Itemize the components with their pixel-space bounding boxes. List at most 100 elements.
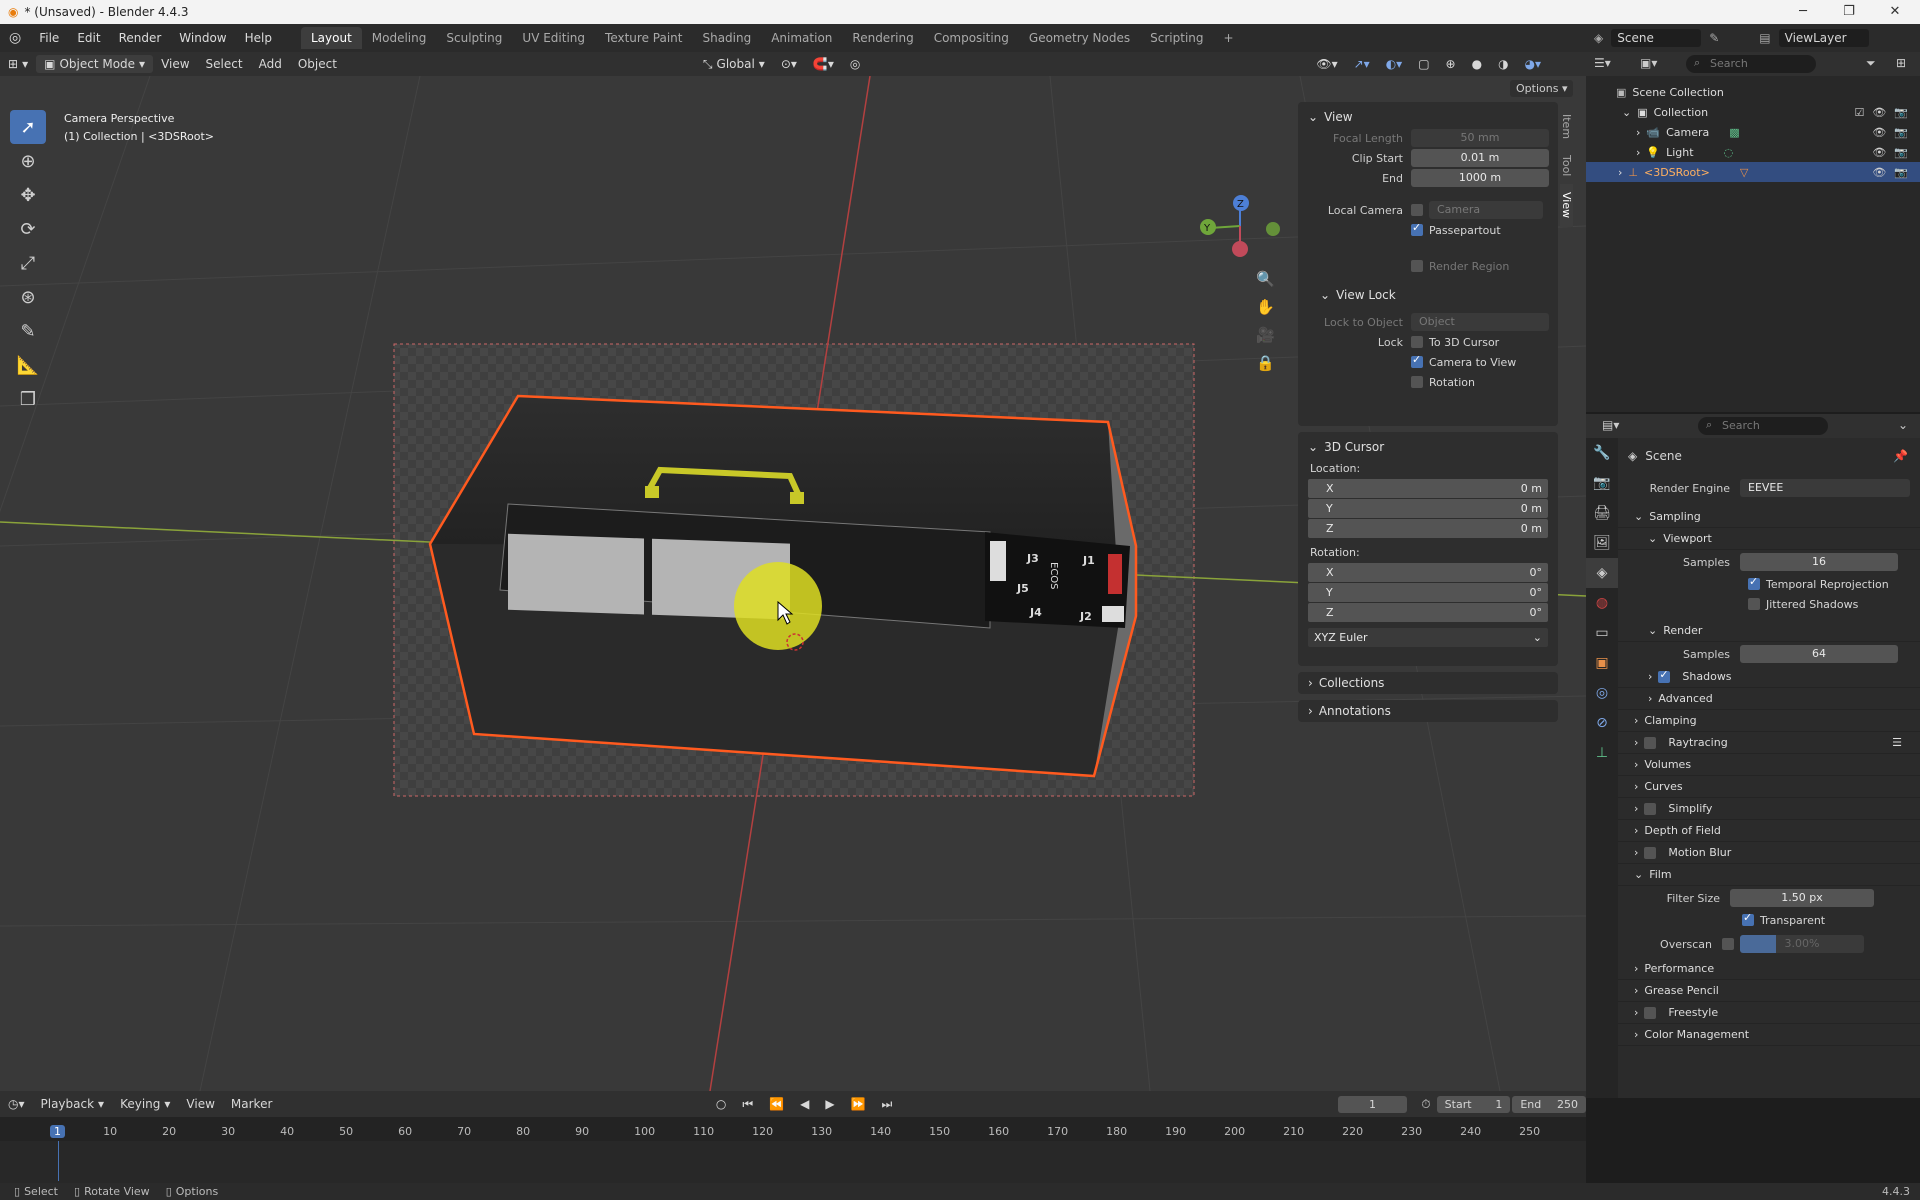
display-mode-icon[interactable]: ▣▾ <box>1640 56 1657 70</box>
shadows-subsection[interactable]: ›Shadows <box>1618 666 1920 688</box>
measure-tool-icon[interactable]: 📐 <box>10 348 46 382</box>
film-section[interactable]: ⌄ Film <box>1618 864 1920 886</box>
outliner-camera[interactable]: › 📹 Camera ▩ 👁 📷 <box>1586 122 1920 142</box>
clip-start-field[interactable]: 0.01 m <box>1411 149 1549 167</box>
outliner-search-input[interactable]: Search <box>1686 55 1816 73</box>
transparent-checkbox[interactable] <box>1742 911 1754 926</box>
view-panel-header[interactable]: ⌄ View <box>1298 106 1558 128</box>
passepartout-checkbox[interactable] <box>1411 221 1423 236</box>
view-layer-tab-icon[interactable]: 🖼 <box>1586 528 1618 558</box>
eye-icon[interactable]: 👁 <box>1872 126 1886 139</box>
menu-marker[interactable]: Marker <box>223 1095 280 1113</box>
filter-icon[interactable]: ⏷ <box>1866 56 1876 71</box>
raytracing-section[interactable]: › Raytracing ☰ <box>1618 732 1920 754</box>
snap-icon[interactable]: 🧲▾ <box>805 55 842 73</box>
rotation-mode-dropdown[interactable]: XYZ Euler ⌄ <box>1308 628 1548 647</box>
clip-end-field[interactable]: 1000 m <box>1411 169 1549 187</box>
tab-scripting[interactable]: Scripting <box>1140 27 1213 49</box>
menu-object[interactable]: Object <box>290 55 345 73</box>
viewport-subsection[interactable]: ⌄ Viewport <box>1618 528 1920 550</box>
cursor-rotation-y[interactable]: Y 0° <box>1308 583 1548 602</box>
to-3d-cursor-checkbox[interactable] <box>1411 336 1423 348</box>
options-dropdown[interactable]: Options ▾ <box>1510 80 1574 97</box>
menu-render[interactable]: Render <box>110 31 171 45</box>
timeline[interactable]: 1 10 20 30 40 50 60 70 80 90 100 110 120 130 140 150 160… <box>0 1117 1586 1183</box>
render-samples-field[interactable]: 64 <box>1740 645 1898 663</box>
cursor-location-x[interactable]: X0 m <box>1308 479 1548 498</box>
cursor-tool-icon[interactable]: ⊕ <box>10 144 46 178</box>
shadows-checkbox[interactable] <box>1658 668 1671 683</box>
prev-keyframe-icon[interactable]: ⏪ <box>761 1095 792 1113</box>
shading-wireframe-icon[interactable]: ⊕ <box>1438 55 1464 73</box>
camera-render-icon[interactable]: 📷 <box>1894 166 1908 179</box>
scale-tool-icon[interactable]: ⤢ <box>10 246 46 280</box>
play-icon[interactable]: ▶ <box>817 1095 842 1113</box>
clamping-section[interactable]: › Clamping <box>1618 710 1920 732</box>
select-tool-icon[interactable]: ➚ <box>10 110 46 144</box>
cursor-location-z[interactable]: Z0 m <box>1308 519 1548 538</box>
properties-editor-icon[interactable]: ▤▾ <box>1602 418 1619 432</box>
xray-icon[interactable]: ▢ <box>1410 55 1437 73</box>
viewport-samples-field[interactable]: 16 <box>1740 553 1898 571</box>
temporal-reprojection-checkbox[interactable] <box>1748 575 1760 590</box>
tab-rendering[interactable]: Rendering <box>842 27 923 49</box>
tab-animation[interactable]: Animation <box>761 27 842 49</box>
camera-to-view-checkbox[interactable] <box>1411 353 1423 368</box>
pan-hand-icon[interactable]: ✋ <box>1256 298 1275 316</box>
tab-view[interactable]: View <box>1560 184 1573 227</box>
motion-blur-checkbox[interactable] <box>1644 846 1657 859</box>
overscan-checkbox[interactable] <box>1722 938 1734 950</box>
collection-tab-icon[interactable]: ▭ <box>1586 618 1618 648</box>
play-reverse-icon[interactable]: ◀ <box>792 1095 817 1113</box>
render-region-checkbox[interactable] <box>1411 260 1423 272</box>
constraints-tab-icon[interactable]: ⊘ <box>1586 708 1618 738</box>
auto-key-icon[interactable]: ○ <box>708 1095 734 1113</box>
checkbox-icon[interactable]: ☑ <box>1854 106 1864 119</box>
jump-end-icon[interactable]: ⏭ <box>874 1095 901 1114</box>
gizmo-icon[interactable]: ↗▾ <box>1346 55 1378 73</box>
tab-geometry-nodes[interactable]: Geometry Nodes <box>1019 27 1140 49</box>
tab-compositing[interactable]: Compositing <box>924 27 1019 49</box>
end-frame-field[interactable]: End 250 <box>1512 1095 1586 1113</box>
mode-dropdown[interactable]: ▣ Object Mode ▾ <box>36 55 154 73</box>
overlay-icon[interactable]: ◐▾ <box>1378 55 1411 73</box>
render-tab-icon[interactable]: 📷 <box>1586 468 1618 498</box>
lock-icon[interactable]: 🔒 <box>1256 354 1275 372</box>
visibility-icon[interactable]: 👁▾ <box>1308 55 1345 73</box>
view-layer-selector[interactable]: ViewLayer <box>1778 29 1869 47</box>
tab-uv-editing[interactable]: UV Editing <box>512 27 595 49</box>
current-frame-field[interactable]: 1 <box>1337 1095 1408 1113</box>
menu-edit[interactable]: Edit <box>68 31 109 45</box>
pivot-icon[interactable]: ⊙▾ <box>773 55 805 73</box>
camera-render-icon[interactable]: 📷 <box>1894 146 1908 159</box>
object-tab-icon[interactable]: ▣ <box>1586 648 1618 678</box>
blender-menu-icon[interactable]: ◎ <box>0 30 30 46</box>
raytracing-checkbox[interactable] <box>1644 736 1657 749</box>
close-button[interactable]: ✕ <box>1872 0 1918 24</box>
proportional-edit-icon[interactable]: ◎ <box>842 55 868 73</box>
list-icon[interactable]: ☰ <box>1892 736 1902 749</box>
output-tab-icon[interactable]: 🖨 <box>1586 498 1618 528</box>
menu-playback[interactable]: Playback ▾ <box>33 1095 113 1113</box>
motion-blur-section[interactable]: › Motion Blur <box>1618 842 1920 864</box>
camera-render-icon[interactable]: 📷 <box>1894 126 1908 139</box>
camera-view-icon[interactable]: 🎥 <box>1256 326 1275 344</box>
tool-tab-icon[interactable]: 🔧 <box>1586 438 1618 468</box>
curves-section[interactable]: › Curves <box>1618 776 1920 798</box>
tab-item[interactable]: Item <box>1560 106 1573 147</box>
next-keyframe-icon[interactable]: ⏩ <box>843 1095 874 1113</box>
pin-icon[interactable]: ✎ <box>1709 31 1719 45</box>
local-camera-checkbox[interactable] <box>1411 204 1423 216</box>
annotate-tool-icon[interactable]: ✎ <box>10 314 46 348</box>
transform-tool-icon[interactable]: ⊛ <box>10 280 46 314</box>
cursor-location-y[interactable]: Y0 m <box>1308 499 1548 518</box>
timeline-editor-icon[interactable]: ◷▾ <box>0 1095 33 1113</box>
shading-material-icon[interactable]: ◑ <box>1490 55 1516 73</box>
data-tab-icon[interactable]: ⊥ <box>1586 738 1618 768</box>
cursor-rotation-z[interactable]: Z 0° <box>1308 603 1548 622</box>
tab-shading[interactable]: Shading <box>692 27 761 49</box>
menu-timeline-view[interactable]: View <box>178 1095 222 1113</box>
zoom-icon[interactable]: 🔍 <box>1256 270 1275 288</box>
lock-to-object-field[interactable]: Object <box>1411 313 1549 331</box>
minimize-button[interactable]: ─ <box>1780 0 1826 24</box>
